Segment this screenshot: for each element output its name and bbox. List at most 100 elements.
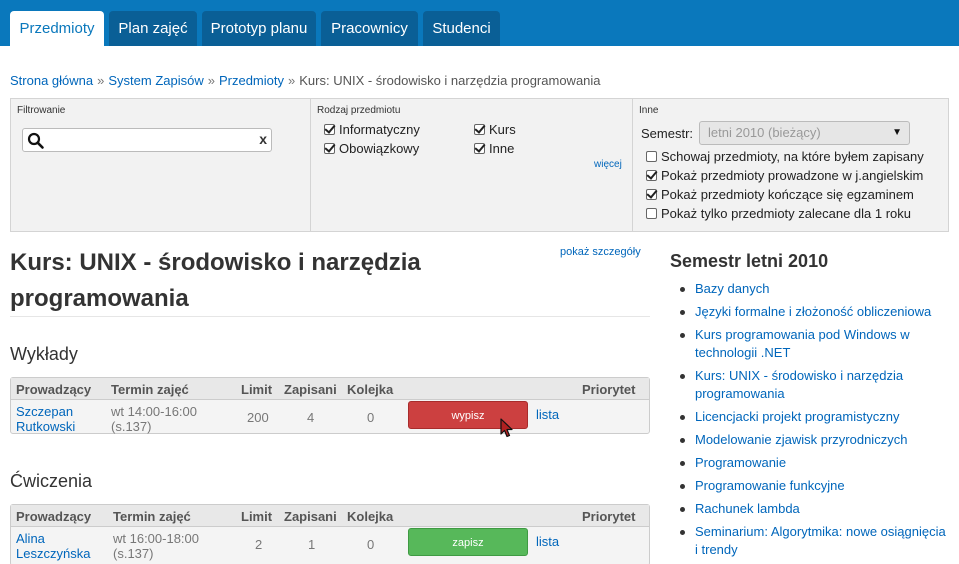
search-box: x xyxy=(22,128,272,152)
header-limit: Limit xyxy=(241,509,273,524)
sidebar-course-link[interactable]: Programowanie xyxy=(695,454,950,472)
show-details-link[interactable]: pokaż szczegóły xyxy=(560,246,641,258)
more-filters-link[interactable]: więcej xyxy=(594,159,622,170)
header-term: Termin zajęć xyxy=(113,509,191,524)
bullet-icon xyxy=(680,507,685,512)
checkbox-checked-icon[interactable] xyxy=(474,124,485,135)
term-cell: wt 14:00-16:00 (s.137) xyxy=(111,404,198,434)
header-teacher: Prowadzący xyxy=(16,509,92,524)
term-cell: wt 16:00-18:00 (s.137) xyxy=(113,531,200,561)
checkbox-unchecked-icon[interactable] xyxy=(646,208,657,219)
bullet-icon xyxy=(680,530,685,535)
semester-select[interactable]: letni 2010 (bieżący) ▼ xyxy=(699,121,910,145)
teacher-link[interactable]: Szczepan Rutkowski xyxy=(16,404,75,434)
filter-search-column: Filtrowanie x xyxy=(11,99,310,231)
filter-panel: Filtrowanie x Rodzaj przedmiotu Informat… xyxy=(10,98,949,232)
tab-przedmioty[interactable]: Przedmioty xyxy=(10,11,104,46)
list-link[interactable]: lista xyxy=(536,407,559,422)
checkbox-checked-icon[interactable] xyxy=(474,143,485,154)
breadcrumb-current: Kurs: UNIX - środowisko i narzędzia prog… xyxy=(299,73,601,88)
semester-label: Semestr: xyxy=(641,126,694,141)
sidebar-course-link[interactable]: Języki formalne i złożoność obliczeniowa xyxy=(695,303,950,321)
checkbox-exam-courses[interactable]: Pokaż przedmioty kończące się egzaminem xyxy=(646,187,914,203)
filter-type-column: Rodzaj przedmiotu Informatyczny Kurs Obo… xyxy=(310,99,632,231)
search-icon xyxy=(27,132,44,149)
checkbox-checked-icon[interactable] xyxy=(324,124,335,135)
semester-value: letni 2010 (bieżący) xyxy=(708,125,821,140)
header-queue: Kolejka xyxy=(347,509,394,524)
filter-other-column: Inne Semestr: letni 2010 (bieżący) ▼ Scho… xyxy=(632,99,948,231)
bullet-icon xyxy=(680,415,685,420)
tab-pracownicy[interactable]: Pracownicy xyxy=(321,11,418,46)
table-header: Prowadzący Termin zajęć Limit Zapisani K… xyxy=(11,505,649,527)
queue-cell: 0 xyxy=(367,410,375,425)
breadcrumb-separator: » xyxy=(288,73,296,88)
breadcrumb-separator: » xyxy=(97,73,105,88)
divider xyxy=(10,316,650,317)
bullet-icon xyxy=(680,484,685,489)
bullet-icon xyxy=(680,438,685,443)
tab-prototyp-planu[interactable]: Prototyp planu xyxy=(202,11,316,46)
breadcrumb-separator: » xyxy=(207,73,215,88)
filter-other-title: Inne xyxy=(639,105,659,116)
breadcrumb-courses[interactable]: Przedmioty xyxy=(219,73,284,88)
sidebar-course-link[interactable]: Kurs programowania pod Windows w technol… xyxy=(695,326,950,362)
checkbox-inne[interactable]: Inne xyxy=(474,141,514,157)
header-enrolled: Zapisani xyxy=(284,382,337,397)
exercises-heading: Ćwiczenia xyxy=(10,471,93,491)
breadcrumb-home[interactable]: Strona główna xyxy=(10,73,93,88)
exercises-table: Prowadzący Termin zajęć Limit Zapisani K… xyxy=(10,504,650,564)
checkbox-checked-icon[interactable] xyxy=(646,189,657,200)
subscribe-button[interactable]: zapisz xyxy=(408,528,528,556)
checkbox-obowiazkowy[interactable]: Obowiązkowy xyxy=(324,141,419,157)
lectures-table: Prowadzący Termin zajęć Limit Zapisani K… xyxy=(10,377,650,434)
teacher-link[interactable]: Alina Leszczyńska xyxy=(16,531,90,561)
search-input[interactable] xyxy=(47,131,247,150)
header-priority: Priorytet xyxy=(582,509,636,524)
sidebar-course-link[interactable]: Kurs: UNIX - środowisko i narzędzia prog… xyxy=(695,367,950,403)
checkbox-checked-icon[interactable] xyxy=(646,170,657,181)
bullet-icon xyxy=(680,310,685,315)
clear-search-button[interactable]: x xyxy=(259,131,267,147)
bullet-icon xyxy=(680,461,685,466)
table-header: Prowadzący Termin zajęć Limit Zapisani K… xyxy=(11,378,649,400)
breadcrumb: Strona główna» System Zapisów» Przedmioty»… xyxy=(10,73,601,88)
breadcrumb-enrollment-system[interactable]: System Zapisów xyxy=(108,73,203,88)
header-teacher: Prowadzący xyxy=(16,382,92,397)
sidebar-course-link[interactable]: Programowanie funkcyjne xyxy=(695,477,950,495)
list-link[interactable]: lista xyxy=(536,534,559,549)
sidebar-course-link[interactable]: Licencjacki projekt programistyczny xyxy=(695,408,950,426)
limit-cell: 200 xyxy=(247,410,269,425)
filter-search-title: Filtrowanie xyxy=(17,105,66,116)
header-queue: Kolejka xyxy=(347,382,394,397)
checkbox-hide-enrolled[interactable]: Schowaj przedmioty, na które byłem zapis… xyxy=(646,149,924,165)
sidebar-course-link[interactable]: Seminarium: Algorytmika: nowe osiągnięci… xyxy=(695,523,950,559)
filter-type-title: Rodzaj przedmiotu xyxy=(317,105,401,116)
sidebar-course-link[interactable]: Bazy danych xyxy=(695,280,950,298)
tab-plan-zajec[interactable]: Plan zajęć xyxy=(109,11,197,46)
top-navigation: Przedmioty Plan zajęć Prototyp planu Pra… xyxy=(0,0,959,46)
bullet-icon xyxy=(680,333,685,338)
sidebar-course-link[interactable]: Modelowanie zjawisk przyrodniczych xyxy=(695,431,950,449)
header-term: Termin zajęć xyxy=(111,382,189,397)
header-priority: Priorytet xyxy=(582,382,636,397)
checkbox-english-courses[interactable]: Pokaż przedmioty prowadzone w j.angielsk… xyxy=(646,168,923,184)
bullet-icon xyxy=(680,374,685,379)
tab-studenci[interactable]: Studenci xyxy=(423,11,500,46)
header-enrolled: Zapisani xyxy=(284,509,337,524)
checkbox-informatyczny[interactable]: Informatyczny xyxy=(324,122,420,138)
sidebar-course-link[interactable]: Rachunek lambda xyxy=(695,500,950,518)
checkbox-unchecked-icon[interactable] xyxy=(646,151,657,162)
bullet-icon xyxy=(680,287,685,292)
checkbox-checked-icon[interactable] xyxy=(324,143,335,154)
dropdown-caret-icon: ▼ xyxy=(892,127,902,138)
sidebar-title: Semestr letni 2010 xyxy=(670,251,829,271)
limit-cell: 2 xyxy=(255,537,263,552)
enrolled-cell: 4 xyxy=(307,410,315,425)
checkbox-kurs[interactable]: Kurs xyxy=(474,122,516,138)
checkbox-first-year-only[interactable]: Pokaż tylko przedmioty zalecane dla 1 ro… xyxy=(646,206,911,222)
header-limit: Limit xyxy=(241,382,273,397)
course-title: Kurs: UNIX - środowisko i narzędzia prog… xyxy=(10,249,421,312)
enrolled-cell: 1 xyxy=(308,537,316,552)
mouse-cursor-icon xyxy=(500,418,513,438)
